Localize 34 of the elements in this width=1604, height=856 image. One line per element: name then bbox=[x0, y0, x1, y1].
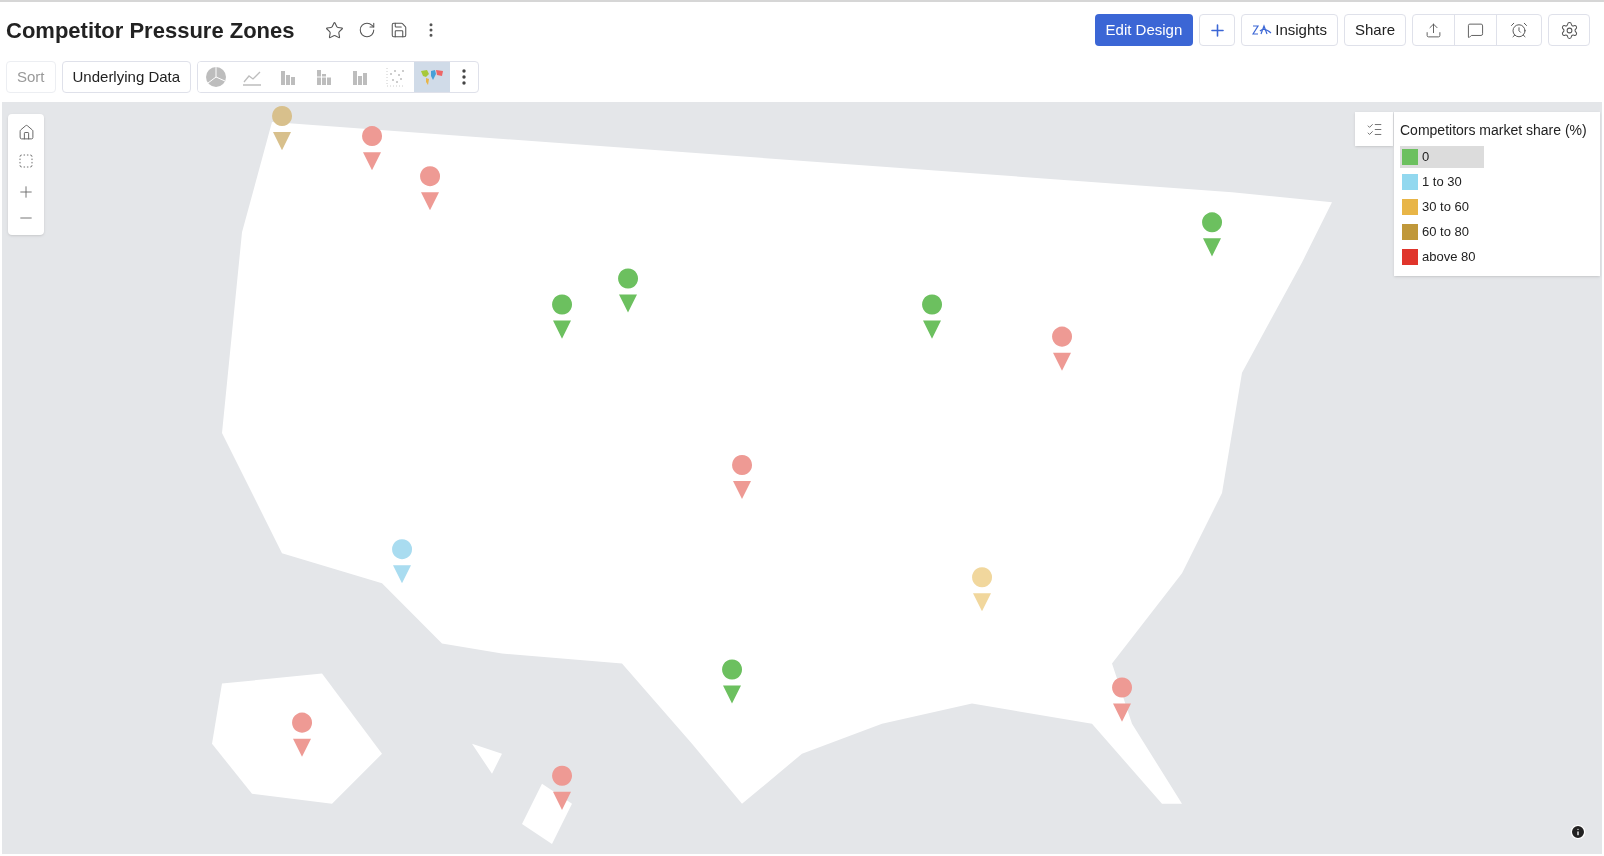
map-chart-button[interactable] bbox=[414, 62, 451, 92]
save-icon[interactable] bbox=[389, 21, 408, 39]
legend-toggle-button[interactable] bbox=[1355, 112, 1393, 146]
zoom-in-icon[interactable] bbox=[17, 183, 35, 201]
legend-label: 60 to 80 bbox=[1422, 223, 1469, 242]
home-icon[interactable] bbox=[17, 124, 35, 141]
report-title: Competitor Pressure Zones bbox=[6, 16, 295, 45]
alarm-clock-icon bbox=[1510, 21, 1528, 39]
insights-button[interactable]: Insights bbox=[1241, 14, 1338, 46]
legend-label: above 80 bbox=[1422, 248, 1476, 267]
more-icon bbox=[462, 69, 467, 85]
share-button[interactable]: Share bbox=[1343, 14, 1406, 46]
add-button[interactable] bbox=[1199, 14, 1236, 46]
underlying-data-button[interactable]: Underlying Data bbox=[61, 61, 192, 93]
legend-item[interactable]: 30 to 60 bbox=[1400, 196, 1484, 218]
legend-item[interactable]: above 80 bbox=[1400, 246, 1484, 268]
map-chart-icon bbox=[419, 68, 446, 86]
insights-icon bbox=[1252, 24, 1273, 36]
upload-icon bbox=[1425, 21, 1442, 39]
settings-button[interactable] bbox=[1548, 14, 1590, 46]
legend-label: 1 to 30 bbox=[1422, 173, 1462, 192]
pie-chart-icon bbox=[205, 66, 228, 88]
legend-label: 30 to 60 bbox=[1422, 198, 1469, 217]
comment-icon bbox=[1467, 21, 1484, 39]
edit-design-button[interactable]: Edit Design bbox=[1094, 14, 1194, 46]
legend-item[interactable]: 60 to 80 bbox=[1400, 221, 1484, 243]
legend-label: 0 bbox=[1422, 148, 1430, 167]
legend-item[interactable]: 0 bbox=[1400, 146, 1484, 168]
settings-icon bbox=[1559, 20, 1579, 40]
info-icon[interactable] bbox=[1570, 824, 1586, 840]
favorite-icon[interactable] bbox=[324, 20, 344, 40]
legend-title: Competitors market share (%) bbox=[1400, 121, 1588, 140]
legend-item[interactable]: 1 to 30 bbox=[1400, 171, 1484, 193]
refresh-icon[interactable] bbox=[357, 21, 376, 39]
